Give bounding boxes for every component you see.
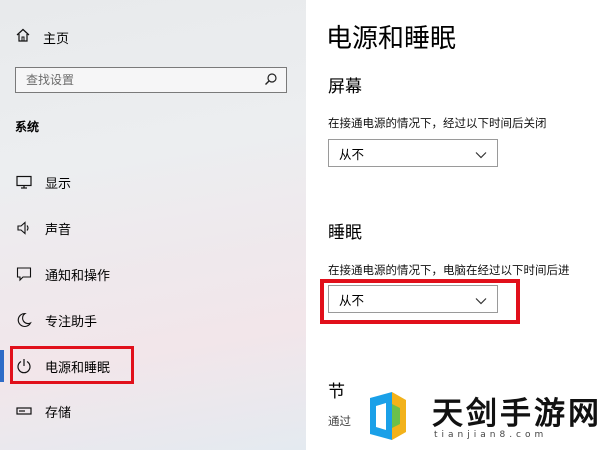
screen-heading: 屏幕 — [328, 77, 362, 97]
partial-heading: 节 — [328, 382, 345, 402]
home-label: 主页 — [43, 31, 70, 47]
logo-icon — [362, 390, 414, 444]
nav-home[interactable]: 主页 — [15, 26, 69, 48]
sidebar-item-label: 声音 — [45, 222, 72, 238]
sidebar-item-label: 显示 — [45, 176, 72, 192]
partial-description: 通过 — [328, 414, 351, 428]
sidebar-item-storage[interactable]: 存储 — [0, 396, 300, 426]
moon-icon — [15, 312, 32, 329]
watermark-title: 天剑手游网 — [432, 396, 600, 432]
search-icon[interactable] — [264, 71, 278, 90]
sidebar-item-display[interactable]: 显示 — [0, 167, 300, 197]
home-icon — [15, 27, 31, 47]
section-title: 系统 — [15, 120, 40, 134]
sidebar-item-notifications[interactable]: 通知和操作 — [0, 259, 300, 289]
monitor-icon — [15, 174, 32, 191]
sidebar-item-label: 通知和操作 — [45, 268, 111, 284]
sidebar: 主页 系统 显示 声音 通知和操作 专注助手 电源 — [0, 0, 306, 450]
highlight-box-sleep — [320, 279, 520, 324]
sidebar-item-label: 存储 — [45, 405, 72, 421]
search-input[interactable] — [26, 73, 256, 87]
settings-search[interactable] — [15, 67, 287, 93]
screen-timeout-value: 从不 — [339, 146, 365, 162]
watermark: 天剑手游网 tianjian8.com — [352, 378, 600, 450]
speaker-icon — [15, 220, 32, 237]
screen-timeout-select[interactable]: 从不 — [328, 139, 498, 167]
sleep-heading: 睡眠 — [328, 223, 362, 243]
notification-icon — [15, 266, 32, 283]
screen-description: 在接通电源的情况下，经过以下时间后关闭 — [328, 116, 547, 130]
sleep-description: 在接通电源的情况下，电脑在经过以下时间后进 — [328, 263, 570, 277]
page-title: 电源和睡眠 — [326, 24, 457, 54]
highlight-box-power — [10, 346, 134, 384]
storage-icon — [15, 403, 32, 420]
watermark-subtitle: tianjian8.com — [434, 430, 548, 440]
sidebar-item-focus-assist[interactable]: 专注助手 — [0, 305, 300, 335]
chevron-down-icon — [475, 144, 487, 163]
sidebar-item-sound[interactable]: 声音 — [0, 213, 300, 243]
sidebar-item-label: 专注助手 — [45, 314, 98, 330]
